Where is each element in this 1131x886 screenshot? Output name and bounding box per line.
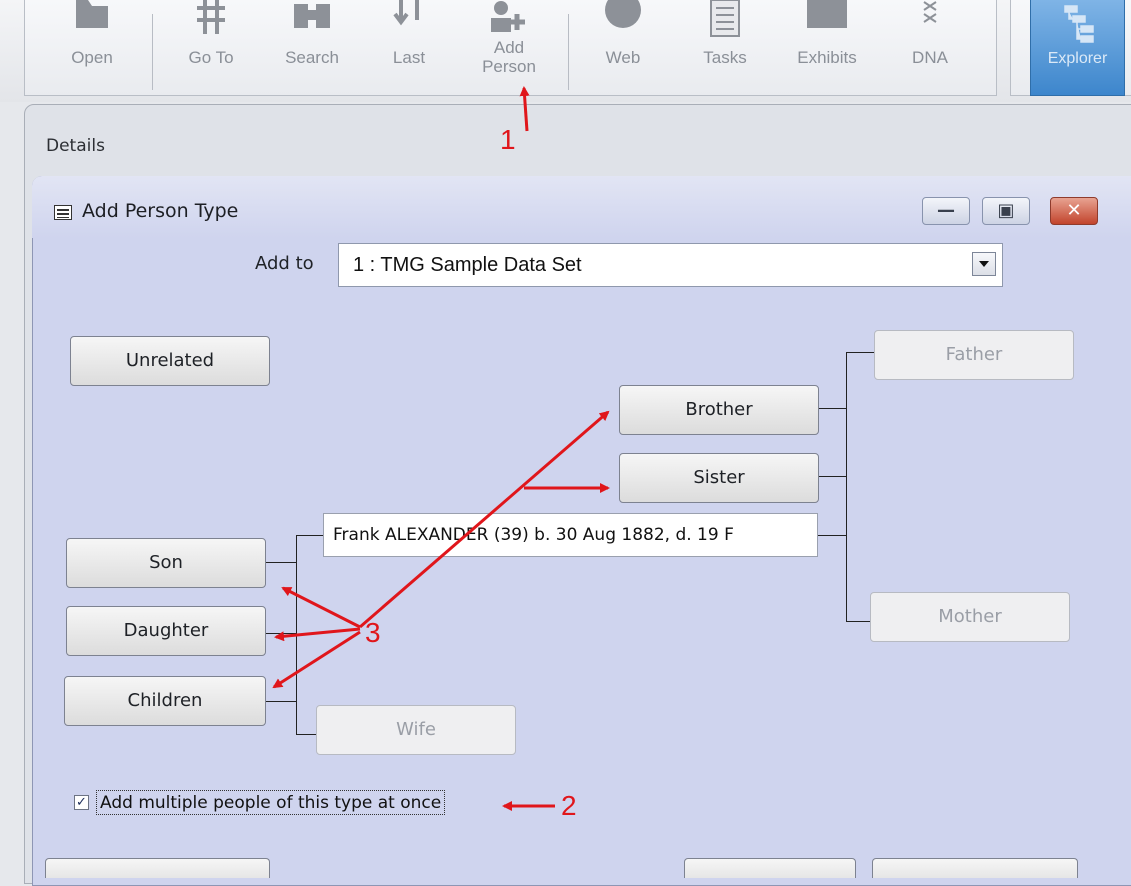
annotation-arrow-son	[281, 586, 361, 629]
annotation-arrow-1	[519, 86, 530, 132]
annotation-arrows	[272, 86, 610, 811]
annotation-number-1: 1	[500, 124, 516, 155]
annotation-arrow-brother	[359, 410, 610, 629]
annotation-number-3: 3	[365, 617, 381, 648]
annotation-arrow-children	[272, 630, 361, 689]
annotation-number-2: 2	[561, 790, 577, 821]
annotation-arrow-daughter	[274, 627, 361, 642]
